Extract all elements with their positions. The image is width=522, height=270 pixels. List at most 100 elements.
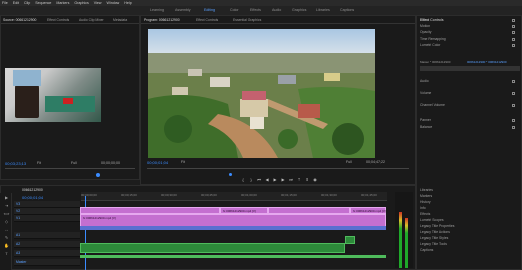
program-timecode[interactable]: 00;00;01;04 xyxy=(147,160,168,165)
ec-section-opacity[interactable]: Opacity xyxy=(420,30,518,35)
workspace-assembly[interactable]: Assembly xyxy=(175,8,191,12)
menu-sequence[interactable]: Sequence xyxy=(35,1,51,5)
go-to-in-icon[interactable]: ⏮ xyxy=(257,178,261,182)
program-playhead[interactable] xyxy=(229,173,232,176)
timeline-ruler[interactable]: 00;00;00;00 00;00;15;00 00;00;30;00 00;00;4… xyxy=(81,192,387,201)
source-zoom-select[interactable]: Full xyxy=(71,161,77,165)
panel-item-captions[interactable]: Captions xyxy=(420,248,518,253)
keyframe-toggle-icon[interactable] xyxy=(512,18,515,22)
mark-out-icon[interactable]: } xyxy=(249,178,253,182)
ec-section-balance[interactable]: Balance xyxy=(420,125,518,130)
workspace-learning[interactable]: Learning xyxy=(150,8,164,12)
video-clip[interactable] xyxy=(268,207,350,214)
tab-source[interactable]: Source: 00661212900 xyxy=(3,18,36,22)
panel-item-lumetri-scopes[interactable]: Lumetri Scopes xyxy=(420,218,518,223)
track-select-tool-icon[interactable]: ⇥ xyxy=(3,203,10,209)
keyframe-toggle-icon[interactable] xyxy=(512,37,515,41)
effect-controls-source[interactable]: Master * 00661212900 xyxy=(420,60,450,64)
workspace-editing[interactable]: Editing xyxy=(204,8,215,12)
keyframe-toggle-icon[interactable] xyxy=(512,103,515,107)
workspace-audio[interactable]: Audio xyxy=(272,8,281,12)
ec-section-audio[interactable]: Audio xyxy=(420,79,518,84)
tab-program[interactable]: Program: 00661212900 xyxy=(144,18,180,22)
timeline-timecode[interactable]: 00;00;01;04 xyxy=(22,195,43,200)
video-clip-waveform[interactable] xyxy=(80,226,386,230)
keyframe-toggle-icon[interactable] xyxy=(512,30,515,34)
keyframe-toggle-icon[interactable] xyxy=(512,125,515,129)
extract-icon[interactable]: ⇞ xyxy=(305,178,309,182)
ec-section-channel-volume[interactable]: Channel Volume xyxy=(420,103,518,108)
program-scrubber[interactable] xyxy=(147,168,409,169)
video-clip[interactable]: fx 00661212900.mp4 [V] xyxy=(350,207,386,214)
track-header-master[interactable]: Master xyxy=(14,259,80,266)
track-header-v1[interactable]: V1 xyxy=(14,215,80,222)
keyframe-toggle-icon[interactable] xyxy=(512,24,515,28)
panel-item-legacy-title-styles[interactable]: Legacy Title Styles xyxy=(420,236,518,241)
audio-clip[interactable] xyxy=(345,236,355,244)
razor-tool-icon[interactable]: ◇ xyxy=(3,219,10,225)
track-header-a3[interactable]: A3 xyxy=(14,250,80,257)
ec-section-time-remapping[interactable]: Time Remapping xyxy=(420,37,518,42)
tab-metadata[interactable]: Metadata xyxy=(113,18,127,22)
source-playhead[interactable] xyxy=(96,173,100,177)
hand-tool-icon[interactable]: ✋ xyxy=(3,243,10,249)
track-header-v2[interactable]: V2 xyxy=(14,208,80,215)
program-zoom-select[interactable]: Full xyxy=(346,160,352,164)
ec-section-motion[interactable]: Motion xyxy=(420,24,518,29)
mark-in-icon[interactable]: { xyxy=(241,178,245,182)
tab-audio-clip-mixer[interactable]: Audio Clip Mixer xyxy=(79,18,104,22)
menu-clip[interactable]: Clip xyxy=(24,1,30,5)
program-fit-select[interactable]: Fit xyxy=(181,160,185,164)
panel-item-effects[interactable]: Effects xyxy=(420,212,518,217)
panel-item-legacy-title-actions[interactable]: Legacy Title Actions xyxy=(420,230,518,235)
type-tool-icon[interactable]: T xyxy=(3,251,10,257)
menu-file[interactable]: File xyxy=(2,1,8,5)
menu-graphics[interactable]: Graphics xyxy=(74,1,88,5)
track-header-v3[interactable]: V3 xyxy=(14,201,80,208)
audio-clip[interactable] xyxy=(80,243,345,253)
pen-tool-icon[interactable]: ✎ xyxy=(3,235,10,241)
slip-tool-icon[interactable]: ↔ xyxy=(3,227,10,233)
panel-item-legacy-title-tools[interactable]: Legacy Title Tools xyxy=(420,242,518,247)
tab-effect-controls-2[interactable]: Effect Controls xyxy=(196,18,218,22)
effect-controls-sequence[interactable]: 00661212900 * 00661212900 xyxy=(467,60,507,64)
audio-clip-line[interactable] xyxy=(80,255,386,258)
ec-mini-timeline[interactable] xyxy=(420,66,520,71)
source-scrubber[interactable] xyxy=(5,168,135,169)
keyframe-toggle-icon[interactable] xyxy=(512,91,515,95)
menu-edit[interactable]: Edit xyxy=(13,1,19,5)
export-frame-icon[interactable]: ◉ xyxy=(313,178,317,182)
video-clip[interactable]: fx 00661212900.mp4 [V] xyxy=(220,207,268,214)
ec-section-panner[interactable]: Panner xyxy=(420,118,518,123)
timeline-tab[interactable]: 00661212900 xyxy=(22,188,43,192)
workspace-libraries[interactable]: Libraries xyxy=(316,8,330,12)
step-back-icon[interactable]: ◀ xyxy=(265,178,269,182)
selection-tool-icon[interactable]: ▶ xyxy=(3,195,10,201)
track-header-a2[interactable]: A2 xyxy=(14,241,80,248)
tab-effect-controls[interactable]: Effect Controls xyxy=(47,18,69,22)
panel-item-info[interactable]: Info xyxy=(420,206,518,211)
step-forward-icon[interactable]: ▶ xyxy=(281,178,285,182)
menu-markers[interactable]: Markers xyxy=(56,1,69,5)
lift-icon[interactable]: ⇡ xyxy=(297,178,301,182)
workspace-graphics[interactable]: Graphics xyxy=(292,8,306,12)
video-clip[interactable] xyxy=(80,207,220,214)
panel-item-libraries[interactable]: Libraries xyxy=(420,188,518,193)
menu-view[interactable]: View xyxy=(94,1,102,5)
ec-section-lumetri-color[interactable]: Lumetri Color xyxy=(420,43,518,48)
keyframe-toggle-icon[interactable] xyxy=(512,43,515,47)
play-icon[interactable]: ▶ xyxy=(273,178,277,182)
source-fit-select[interactable]: Fit xyxy=(37,161,41,165)
go-to-out-icon[interactable]: ⏭ xyxy=(289,178,293,182)
ec-section-video[interactable]: Video xyxy=(420,18,518,23)
workspace-effects[interactable]: Effects xyxy=(250,8,261,12)
ripple-edit-tool-icon[interactable]: ⟺ xyxy=(3,211,10,217)
track-header-a1[interactable]: A1 xyxy=(14,232,80,239)
menu-help[interactable]: Help xyxy=(124,1,131,5)
keyframe-toggle-icon[interactable] xyxy=(512,118,515,122)
menu-window[interactable]: Window xyxy=(107,1,120,5)
tab-essential-graphics[interactable]: Essential Graphics xyxy=(233,18,261,22)
ec-section-volume[interactable]: Volume xyxy=(420,91,518,96)
keyframe-toggle-icon[interactable] xyxy=(512,79,515,83)
panel-item-history[interactable]: History xyxy=(420,200,518,205)
